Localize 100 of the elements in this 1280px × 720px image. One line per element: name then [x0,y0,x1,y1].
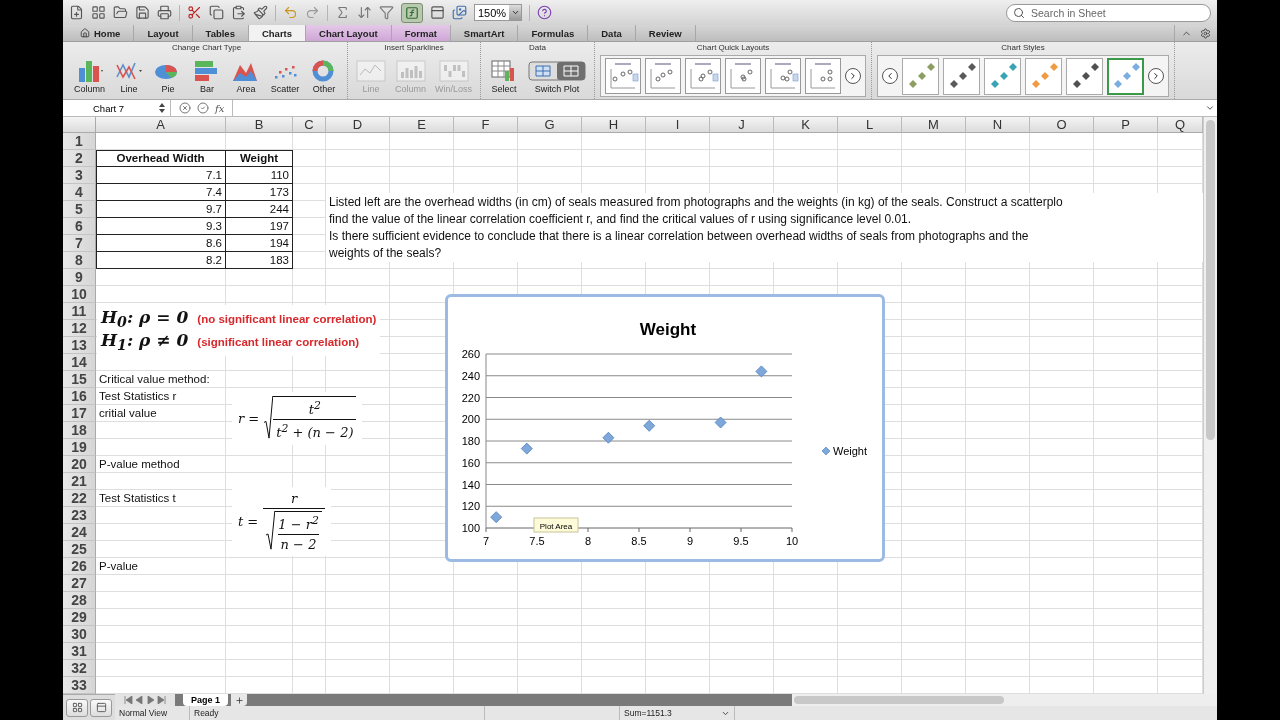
add-sheet-button[interactable] [231,694,248,706]
row-header[interactable]: 6 [63,218,96,235]
previous-button[interactable] [882,68,899,84]
row-header[interactable]: 1 [63,133,96,150]
row-header[interactable]: 14 [63,354,96,371]
row-header[interactable]: 24 [63,524,96,541]
row-header[interactable]: 29 [63,609,96,626]
column-header[interactable]: B [226,117,293,133]
row-header[interactable]: 12 [63,320,96,337]
row-header[interactable]: 5 [63,201,96,218]
ribbon-button[interactable]: Line [111,58,147,94]
chart-style-thumbnail[interactable] [1107,57,1145,95]
data-point[interactable] [490,511,503,524]
ribbon-tab[interactable]: Chart Layout [306,25,392,41]
ribbon-tab[interactable]: Data [588,25,636,41]
sheet-tab[interactable]: Page 1 [183,694,229,706]
help-icon[interactable] [537,5,552,20]
scrollbar-thumb[interactable] [1206,120,1215,440]
cancel-icon[interactable] [179,102,191,114]
paste-icon[interactable] [231,5,246,20]
format-brush-icon[interactable] [253,5,268,20]
row-header[interactable]: 22 [63,490,96,507]
next-button[interactable] [1148,68,1165,84]
data-point[interactable] [714,416,727,429]
column-header[interactable]: D [326,117,390,133]
ribbon-button[interactable]: Select [486,58,523,94]
ribbon-button[interactable]: Other [306,58,342,94]
row-header[interactable]: 10 [63,286,96,303]
column-header[interactable]: Q [1158,117,1203,133]
column-header[interactable]: C [293,117,326,133]
row-header[interactable]: 7 [63,235,96,252]
row-header[interactable]: 30 [63,626,96,643]
row-header[interactable]: 19 [63,439,96,456]
insert-function-label[interactable]: fx [215,102,225,114]
column-header[interactable]: P [1094,117,1158,133]
filter-icon[interactable] [379,5,394,20]
row-header[interactable]: 15 [63,371,96,388]
cut-icon[interactable] [187,5,202,20]
row-header[interactable]: 2 [63,150,96,167]
ribbon-tab[interactable]: Layout [134,25,193,41]
chart-style-thumbnail[interactable] [984,57,1022,95]
data-point[interactable] [643,419,656,432]
sum-icon[interactable] [335,5,350,20]
row-header[interactable]: 4 [63,184,96,201]
row-header[interactable]: 20 [63,456,96,473]
column-header[interactable]: A [96,117,226,133]
vertical-scrollbar[interactable] [1203,117,1217,694]
layout-thumbnail[interactable] [645,58,682,94]
ribbon-tab[interactable]: Tables [192,25,249,41]
chart-style-thumbnail[interactable] [1025,57,1063,95]
row-header[interactable]: 27 [63,575,96,592]
column-header[interactable]: L [838,117,902,133]
row-header[interactable]: 28 [63,592,96,609]
layout-thumbnail[interactable] [605,58,642,94]
sort-icon[interactable] [357,5,372,20]
horizontal-scrollbar[interactable] [792,694,1217,706]
sheet-navigation-icon[interactable] [123,696,167,704]
data-point[interactable] [602,431,615,444]
row-header[interactable]: 8 [63,252,96,269]
chart-style-thumbnail[interactable] [902,57,940,95]
ribbon-button[interactable]: Switch Plot [525,58,590,94]
ribbon-button[interactable]: Column [71,58,108,94]
next-button[interactable] [845,68,862,84]
layout-thumbnail[interactable] [725,58,762,94]
column-header[interactable]: G [518,117,582,133]
caret-icon[interactable] [1205,103,1215,113]
ribbon-tab[interactable]: Format [391,25,451,41]
ribbon-tab[interactable]: Home [67,25,135,41]
ribbon-button[interactable]: Pie [150,58,186,94]
chart-style-thumbnail[interactable] [1066,57,1104,95]
row-header[interactable]: 18 [63,422,96,439]
save-icon[interactable] [135,5,150,20]
row-header[interactable]: 13 [63,337,96,354]
new-document-icon[interactable] [69,5,84,20]
column-header[interactable]: F [454,117,518,133]
column-header[interactable]: O [1030,117,1094,133]
zoom-field[interactable]: 150% [474,4,522,21]
row-header[interactable]: 32 [63,660,96,677]
undo-icon[interactable] [283,5,298,20]
layout-thumbnail[interactable] [685,58,722,94]
row-header[interactable]: 33 [63,677,96,694]
page-layout-button[interactable] [90,698,112,717]
ribbon-tab[interactable]: Review [635,25,696,41]
search-field[interactable]: Search in Sheet [1006,3,1211,22]
row-header[interactable]: 31 [63,643,96,660]
column-header[interactable]: K [774,117,838,133]
ribbon-tab[interactable]: Charts [248,25,307,41]
confirm-icon[interactable] [197,102,209,114]
ribbon-tab[interactable]: SmartArt [450,25,519,41]
copy-icon[interactable] [209,5,224,20]
column-header[interactable]: M [902,117,966,133]
column-header[interactable]: I [646,117,710,133]
column-header[interactable]: H [582,117,646,133]
name-box[interactable]: Chart 7 [63,100,171,116]
row-header[interactable]: 3 [63,167,96,184]
row-header[interactable]: 11 [63,303,96,320]
redo-icon[interactable] [305,5,320,20]
media-browser-icon[interactable] [452,5,467,20]
row-header[interactable]: 25 [63,541,96,558]
chart-area[interactable]: Weight 100 120 140 160 180 200 220 240 260 7 7.5 8 8.5 9 9.5 10 Weight Plot Area [445,294,885,562]
